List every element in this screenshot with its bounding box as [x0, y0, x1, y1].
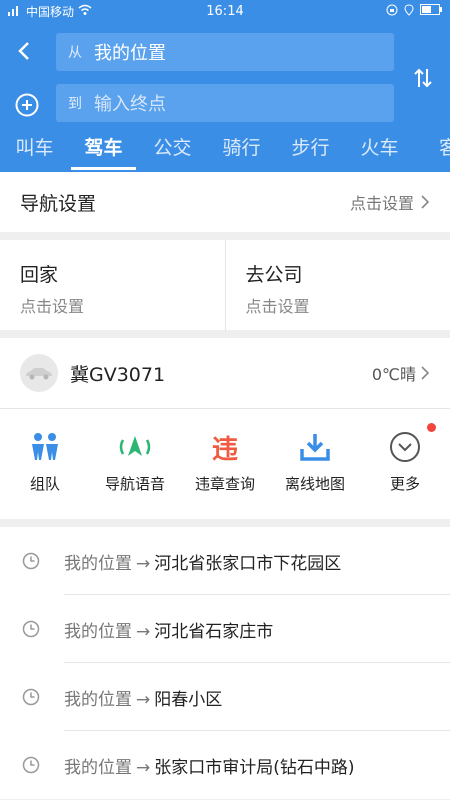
team-icon	[27, 429, 63, 465]
history-from: 我的位置	[64, 553, 132, 574]
violation-button[interactable]: 违 违章查询	[180, 409, 270, 519]
tab-coach[interactable]: 客	[414, 126, 450, 172]
more-label: 更多	[389, 475, 420, 493]
history-item[interactable]: 我的位置 → 张家口市审计局(钻石中路)	[0, 731, 450, 799]
divider	[0, 232, 450, 240]
tab-bike[interactable]: 骑行	[207, 126, 276, 172]
add-waypoint-icon[interactable]	[14, 92, 40, 118]
violation-icon: 违	[207, 429, 243, 465]
origin-field[interactable]: 从 我的位置	[56, 33, 394, 71]
home-title: 回家	[20, 264, 59, 286]
offline-map-label: 离线地图	[284, 475, 345, 493]
car-row[interactable]: 冀GV3071 0℃晴	[0, 338, 450, 409]
nav-settings-action-label: 点击设置	[349, 194, 414, 213]
nav-settings-action: 点击设置	[350, 190, 430, 214]
offline-map-button[interactable]: 离线地图	[270, 409, 360, 519]
history-item[interactable]: 我的位置 → 河北省张家口市下花园区	[0, 527, 450, 595]
tool-grid: 组队 导航语音 违 违章查询 离线地图 更多	[0, 409, 450, 519]
destination-placeholder: 输入终点	[94, 94, 166, 115]
nav-settings-row[interactable]: 导航设置 点击设置	[0, 172, 450, 232]
more-icon	[387, 429, 423, 465]
arrow-icon: →	[136, 553, 151, 574]
voice-nav-label: 导航语音	[104, 475, 165, 493]
team-label: 组队	[29, 475, 60, 493]
work-shortcut[interactable]: 去公司 点击设置	[224, 240, 450, 330]
destination-prefix: 到	[68, 96, 82, 112]
history-list: 我的位置 → 河北省张家口市下花园区 我的位置 → 河北省石家庄市 我的位置 → 阳春小区 …	[0, 527, 450, 799]
clock-icon	[22, 620, 40, 638]
swap-icon[interactable]	[412, 66, 434, 88]
history-item[interactable]: 我的位置 → 河北省石家庄市	[0, 595, 450, 663]
chevron-right-icon	[421, 195, 430, 209]
shortcut-row: 回家 点击设置 去公司 点击设置	[0, 240, 450, 330]
tab-taxi[interactable]: 叫车	[0, 126, 69, 172]
transport-tabs: 叫车 驾车 公交 骑行 步行 火车 客	[0, 126, 450, 172]
car-plate: 冀GV3071	[70, 363, 166, 386]
history-to: 阳春小区	[154, 689, 223, 710]
tab-walk[interactable]: 步行	[276, 126, 345, 172]
home-shortcut[interactable]: 回家 点击设置	[0, 240, 225, 330]
arrow-icon: →	[136, 757, 151, 778]
clock-icon	[22, 756, 40, 774]
history-text: 我的位置 → 阳春小区	[64, 685, 222, 710]
history-to: 河北省张家口市下花园区	[154, 553, 342, 574]
violation-glyph: 违	[211, 434, 238, 465]
history-to: 河北省石家庄市	[154, 621, 274, 642]
history-text: 我的位置 → 河北省张家口市下花园区	[64, 549, 341, 574]
divider	[0, 330, 450, 338]
arrow-icon: →	[136, 621, 151, 642]
destination-field[interactable]: 到 输入终点	[56, 84, 394, 122]
history-from: 我的位置	[64, 689, 132, 710]
violation-label: 违章查询	[194, 475, 255, 493]
download-icon	[297, 429, 333, 465]
voice-nav-icon	[117, 429, 153, 465]
voice-nav-button[interactable]: 导航语音	[90, 409, 180, 519]
history-text: 我的位置 → 河北省石家庄市	[64, 617, 273, 642]
team-button[interactable]: 组队	[0, 409, 90, 519]
history-to: 张家口市审计局(钻石中路)	[154, 757, 355, 778]
nav-settings-title: 导航设置	[20, 192, 97, 215]
back-icon[interactable]	[14, 40, 36, 62]
route-header: 从 我的位置 到 输入终点 叫车 驾车 公交 骑行 步行 火车 客	[0, 22, 450, 172]
tab-bus[interactable]: 公交	[138, 126, 207, 172]
tab-train[interactable]: 火车	[345, 126, 414, 172]
status-bar: 中国移动 16:14	[0, 0, 450, 22]
notification-badge	[427, 423, 436, 432]
car-icon	[20, 354, 58, 392]
history-from: 我的位置	[64, 621, 132, 642]
origin-prefix: 从	[68, 45, 82, 61]
clock-icon	[22, 552, 40, 570]
tab-drive[interactable]: 驾车	[69, 126, 138, 172]
weather-info: 0℃晴	[372, 361, 430, 385]
clock: 16:14	[206, 3, 244, 19]
history-text: 我的位置 → 张家口市审计局(钻石中路)	[64, 753, 355, 778]
weather-label: 0℃晴	[371, 365, 416, 384]
history-item[interactable]: 我的位置 → 阳春小区	[0, 663, 450, 731]
work-subtitle: 点击设置	[245, 297, 310, 316]
home-subtitle: 点击设置	[20, 297, 85, 316]
chevron-right-icon	[421, 366, 430, 380]
more-button[interactable]: 更多	[360, 409, 450, 519]
arrow-icon: →	[136, 689, 151, 710]
origin-value: 我的位置	[94, 43, 166, 64]
clock-icon	[22, 688, 40, 706]
divider	[0, 519, 450, 527]
work-title: 去公司	[245, 264, 303, 286]
history-from: 我的位置	[64, 757, 132, 778]
